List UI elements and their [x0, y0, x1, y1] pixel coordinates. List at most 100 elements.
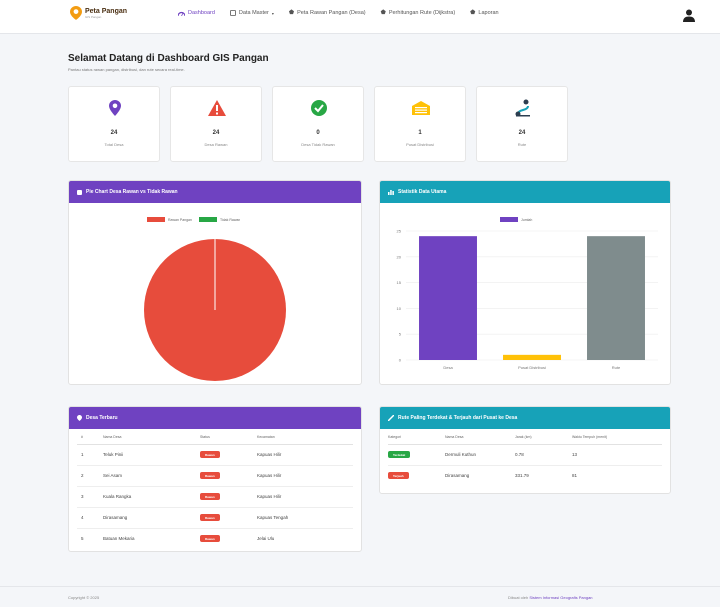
legend-swatch-tidak-rawan [198, 217, 217, 222]
cell-nama-desa: Dirasamang [445, 473, 470, 479]
logo-title: Peta Pangan [85, 7, 128, 15]
cell-jarak: 331.79 [515, 473, 529, 479]
cell-waktu: 13 [572, 444, 662, 466]
status-badge: Rawan [200, 514, 220, 521]
stat-card-rute: 24 Rute [476, 86, 568, 162]
stat-label: Total Desa [104, 142, 124, 147]
bar-desa[interactable] [419, 236, 477, 360]
main-nav: Dashboard Data Master ▾ ⬟ Peta Rawan Pan… [178, 10, 499, 16]
table-row[interactable]: Terdekat Dermuli Kuthun 0.78 13 [388, 444, 662, 466]
rute-card-header: Rute Paling Terdekat & Terjauh dari Pusa… [380, 407, 670, 429]
y-tick-label: 10 [397, 306, 402, 311]
cell-nama-desa: Teluk Pinii [103, 444, 200, 466]
column-header-kategori: Kategori [388, 431, 445, 445]
warehouse-icon [412, 101, 430, 115]
cell-status: Rawan [200, 486, 257, 508]
cell-jarak: 0.78 [515, 444, 572, 466]
dashboard-icon [178, 11, 185, 16]
nav-peta-rawan[interactable]: ⬟ Peta Rawan Pangan (Desa) [289, 10, 366, 16]
legend-label-rawan: Rawan Pangan [168, 217, 192, 222]
cell-no: 1 [77, 444, 103, 466]
pie-chart-card-header: Pie Chart Desa Rawan vs Tidak Rawan [69, 181, 361, 203]
column-header-nama-desa: Nama Desa [445, 431, 515, 445]
bar-rute[interactable] [587, 236, 645, 360]
column-header-jarak: Jarak (km) [515, 431, 572, 445]
user-icon[interactable] [683, 9, 695, 22]
pie-chart-card: Pie Chart Desa Rawan vs Tidak Rawan Rawa… [68, 180, 362, 385]
nav-peta-rawan-label: Peta Rawan Pangan (Desa) [297, 10, 366, 16]
footer-credit-link[interactable]: Sistem Informasi Geografis Pangan [529, 595, 592, 600]
navbar: Peta Pangan GIS Pangan Dashboard Data Ma… [0, 0, 720, 34]
bar-pusat-distribusi[interactable] [503, 354, 561, 360]
status-badge: Rawan [200, 451, 220, 458]
stat-card-desa-rawan: 24 Desa Rawan [170, 86, 262, 162]
cell-status: Rawan [200, 444, 257, 466]
check-circle-icon [311, 100, 327, 116]
table-row[interactable]: 3 Kuala Rangka Rawan Kapuas Hilir [77, 486, 353, 508]
rute-table: Kategori Nama Desa Jarak (km) Waktu Temp… [388, 431, 662, 486]
stat-value: 24 [518, 130, 526, 136]
legend-swatch-jumlah [500, 217, 518, 222]
footer-credit-prefix: Dibuat oleh [508, 595, 529, 600]
cell-waktu: 81 [572, 473, 578, 479]
cell-status: Rawan [200, 507, 257, 529]
desa-terbaru-card: Desa Terbaru # Nama Desa Status Kecamata… [68, 406, 362, 552]
footer-credit: Dibuat oleh Sistem Informasi Geografis P… [508, 595, 593, 600]
report-icon: ⬟ [470, 10, 476, 16]
page-title: Selamat Datang di Dashboard GIS Pangan [68, 53, 269, 64]
desa-terbaru-card-title: Desa Terbaru [86, 415, 118, 421]
stat-label: Desa Rawan [204, 142, 228, 147]
table-header-row: # Nama Desa Status Kecamatan [77, 431, 353, 445]
cell-kecamatan: Kapuas Tengah [257, 507, 353, 529]
pie-chart-icon [77, 189, 82, 195]
nav-laporan[interactable]: ⬟ Laporan [470, 10, 498, 16]
stat-card-desa-tidak-rawan: 0 Desa Tidak Rawan [272, 86, 364, 162]
cell-nama-desa: Sei Asam [103, 465, 200, 487]
route-icon [388, 415, 394, 421]
table-row[interactable]: Terjauh Dirasamang 331.79 81 [388, 465, 662, 486]
stat-label: Rute [517, 142, 527, 147]
stat-card-pusat-distribusi: 1 Pusat Distribusi [374, 86, 466, 162]
rute-card-title: Rute Paling Terdekat & Terjauh dari Pusa… [398, 415, 518, 421]
legend-label-jumlah: Jumlah [521, 217, 533, 222]
page-subtitle: Pantau status rawan pangan, distribusi, … [68, 67, 185, 72]
column-header-no: # [77, 431, 103, 445]
nav-dashboard[interactable]: Dashboard [178, 10, 215, 16]
table-row[interactable]: 2 Sei Asam Rawan Kapuas Hilir [77, 465, 353, 487]
cell-status: Rawan [200, 528, 257, 549]
column-header-waktu: Waktu Tempuh (menit) [572, 431, 662, 445]
category-badge: Terjauh [388, 472, 409, 480]
stat-card-total-desa: 24 Total Desa [68, 86, 160, 162]
bar-chart: 0 5 10 15 20 25 Desa Pusat Distribusi Rute [397, 229, 658, 370]
table-row[interactable]: 4 Dirasamang Rawan Kapuas Tengah [77, 507, 353, 529]
location-pin-icon [109, 100, 121, 116]
column-header-kecamatan: Kecamatan [257, 431, 353, 445]
x-tick-label: Desa [443, 365, 453, 370]
table-row[interactable]: 1 Teluk Pinii Rawan Kapuas Hilir [77, 444, 353, 466]
cell-nama-desa: Dirasamang [103, 507, 200, 529]
y-tick-label: 20 [397, 254, 402, 259]
status-badge: Rawan [200, 493, 220, 500]
route-icon: ⬟ [380, 10, 386, 16]
y-tick-label: 15 [397, 280, 402, 285]
bar-legend: Jumlah [500, 217, 532, 222]
nav-dashboard-label: Dashboard [188, 10, 215, 16]
stat-value: 24 [110, 130, 118, 136]
bar-chart-card-title: Statistik Data Utama [398, 189, 447, 195]
rute-card: Rute Paling Terdekat & Terjauh dari Pusa… [379, 406, 671, 494]
warning-icon [208, 100, 226, 116]
nav-data-master[interactable]: Data Master ▾ [230, 10, 274, 16]
nav-data-master-label: Data Master [238, 10, 269, 16]
status-badge: Rawan [200, 535, 220, 543]
cell-kategori: Terjauh [388, 465, 445, 486]
bar-chart-card-header: Statistik Data Utama [380, 181, 670, 203]
cell-kecamatan: Jelai Ulu [257, 536, 275, 542]
nav-perhitungan-rute[interactable]: ⬟ Perhitungan Rute (Dijkstra) [381, 10, 456, 16]
cell-nama-desa: Batuan Mekaria [103, 536, 135, 542]
app-logo[interactable]: Peta Pangan GIS Pangan [70, 6, 127, 20]
table-row[interactable]: 5 Batuan Mekaria Rawan Jelai Ulu [77, 528, 353, 549]
footer-copyright: Copyright © 2025 [68, 595, 100, 600]
stat-value: 24 [212, 130, 220, 136]
map-icon: ⬟ [288, 10, 295, 16]
cell-nama-desa: Dermuli Kuthun [445, 444, 515, 466]
